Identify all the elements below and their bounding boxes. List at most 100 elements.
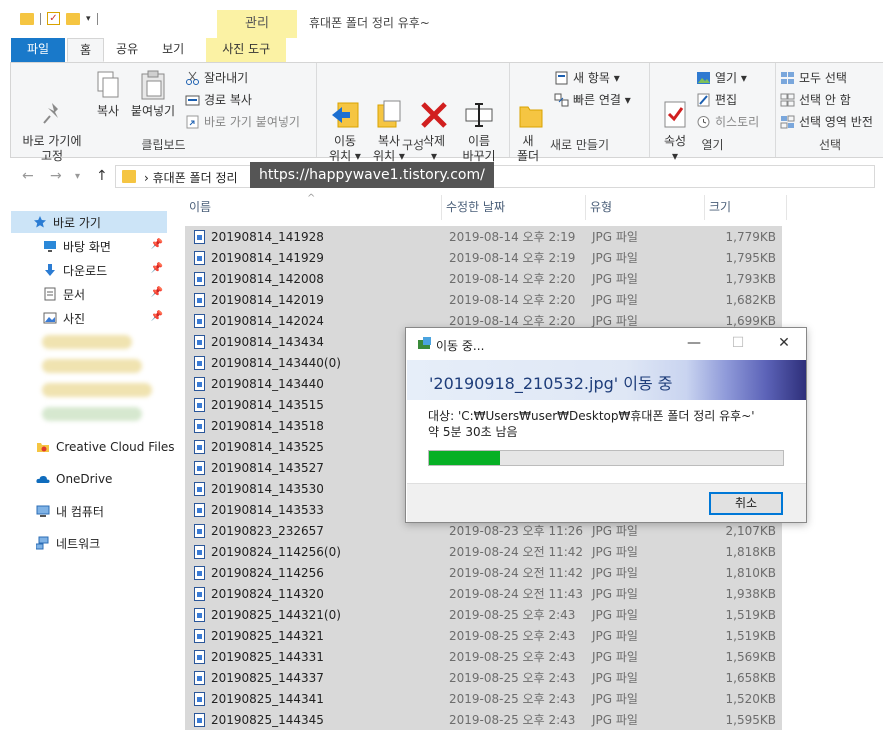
file-date: 2019-08-25 오후 2:43 [449,608,576,622]
file-row[interactable]: 20190814_142019 2019-08-14 오후 2:20 JPG 파일 1… [185,289,782,310]
tab-share[interactable]: 공유 [104,38,150,62]
jpg-file-icon [194,439,205,454]
column-date[interactable]: 수정한 날짜 [442,195,586,220]
file-row[interactable]: 20190824_114256(0) 2019-08-24 오전 11:42 JPG… [185,541,782,562]
nav-onedrive[interactable]: OneDrive [0,468,167,490]
file-row[interactable]: 20190825_144345 2019-08-25 오후 2:43 JPG 파일 1… [185,709,782,730]
column-header-row: ^ 이름 수정한 날짜 유형 크기 [185,193,787,220]
jpg-file-icon [194,313,205,328]
easy-access-button[interactable]: 빠른 연결 ▾ [554,91,631,108]
edit-label: 편집 [715,93,738,107]
file-row[interactable]: 20190825_144331 2019-08-25 오후 2:43 JPG 파일 1… [185,646,782,667]
back-arrow-icon[interactable]: ← [22,168,34,184]
nav-quick-access-label: 바로 가기 [53,215,101,230]
file-size: 1,569KB [725,649,776,664]
jpg-file-icon [194,292,205,307]
new-item-label: 새 항목 ▾ [573,71,620,85]
file-type: JPG 파일 [592,272,638,286]
up-arrow-icon[interactable]: ↑ [96,168,108,184]
jpg-file-icon [194,250,205,265]
file-size: 1,682KB [725,292,776,307]
jpg-file-icon [194,460,205,475]
file-row[interactable]: 20190824_114320 2019-08-24 오전 11:43 JPG 파일… [185,583,782,604]
file-row[interactable]: 20190824_114256 2019-08-24 오전 11:42 JPG 파일… [185,562,782,583]
customize-dropdown-icon[interactable]: ▾ [86,14,91,24]
move-to-icon [330,84,360,128]
file-row[interactable]: 20190823_232657 2019-08-23 오후 11:26 JPG 파일… [185,520,782,541]
jpg-file-icon [194,691,205,706]
select-all-button[interactable]: 모두 선택 [780,69,847,86]
column-type[interactable]: 유형 [586,195,705,220]
network-icon [35,536,50,550]
nav-downloads[interactable]: 다운로드 📌 [0,259,167,281]
progress-fill [429,451,500,465]
paste-button[interactable]: 붙여넣기 [127,69,179,119]
file-type: JPG 파일 [592,671,638,685]
column-size[interactable]: 크기 [705,195,787,220]
recent-chevron-icon[interactable]: ▾ [75,171,80,182]
nav-this-pc[interactable]: 내 컴퓨터 [0,500,167,522]
file-row[interactable]: 20190825_144321 2019-08-25 오후 2:43 JPG 파일 1… [185,625,782,646]
invert-selection-button[interactable]: 선택 영역 반전 [780,113,873,130]
pin-icon: 📌 [150,287,163,298]
open-group: 속성 ▾ 열기 ▾ 편집 히스토리 열기 [650,63,776,163]
nav-creative-cloud[interactable]: Creative Cloud Files [0,436,175,458]
nav-desktop[interactable]: 바탕 화면 📌 [0,235,167,257]
clipboard-group-label: 클립보드 [141,138,186,152]
open-button[interactable]: 열기 ▾ [696,69,747,86]
address-bar[interactable]: › 휴대폰 폴더 정리 [115,165,875,188]
file-size: 1,779KB [725,229,776,244]
file-row[interactable]: 20190814_142008 2019-08-14 오후 2:20 JPG 파일 1… [185,268,782,289]
nav-network[interactable]: 네트워크 [0,532,167,554]
select-none-button[interactable]: 선택 안 함 [780,91,851,108]
jpg-file-icon [194,544,205,559]
tab-home[interactable]: 홈 [67,38,105,62]
file-row[interactable]: 20190814_141928 2019-08-14 오후 2:19 JPG 파일 1… [185,226,782,247]
nav-pictures[interactable]: 사진 📌 [0,307,167,329]
rename-icon [464,84,494,127]
close-icon[interactable]: ✕ [774,335,794,351]
new-item-button[interactable]: 새 항목 ▾ [554,69,620,86]
nav-documents-label: 문서 [63,287,86,302]
window-title: 휴대폰 폴더 정리 유후~ [309,16,430,30]
column-name[interactable]: 이름 [185,195,442,220]
file-row[interactable]: 20190825_144341 2019-08-25 오후 2:43 JPG 파일 1… [185,688,782,709]
contextual-tab-header: 관리 [217,10,297,38]
easy-access-label: 빠른 연결 ▾ [573,93,631,107]
paste-icon [138,69,168,101]
properties-check-icon[interactable]: ✓ [47,12,60,25]
copy-path-button[interactable]: 경로 복사 [185,91,252,108]
nav-network-label: 네트워크 [56,536,101,551]
file-row[interactable]: 20190825_144337 2019-08-25 오후 2:43 JPG 파일 1… [185,667,782,688]
file-name: 20190825_144345 [211,712,324,727]
edit-button[interactable]: 편집 [696,91,737,108]
destination-text: 대상: 'C:₩Users₩user₩Desktop₩휴대폰 폴더 정리 유후~… [428,409,755,423]
pin-icon: 📌 [150,239,163,250]
file-row[interactable]: 20190825_144321(0) 2019-08-25 오후 2:43 JPG … [185,604,782,625]
cancel-button[interactable]: 취소 [709,492,783,515]
file-name: 20190823_232657 [211,523,324,538]
nav-quick-access[interactable]: 바로 가기 [11,211,167,233]
file-row[interactable]: 20190814_141929 2019-08-14 오후 2:19 JPG 파일 1… [185,247,782,268]
forward-arrow-icon[interactable]: → [50,168,62,184]
tab-picture-tools[interactable]: 사진 도구 [206,38,287,62]
paste-shortcut-button[interactable]: 바로 가기 붙여넣기 [185,113,300,130]
file-name: 20190825_144341 [211,691,324,706]
jpg-file-icon [194,565,205,580]
nav-documents[interactable]: 문서 📌 [0,283,167,305]
download-icon [43,263,57,277]
minimize-icon[interactable]: — [684,335,704,351]
cut-button[interactable]: 잘라내기 [185,69,248,86]
tab-file[interactable]: 파일 [11,38,65,62]
history-button[interactable]: 히스토리 [696,113,759,130]
history-label: 히스토리 [715,115,760,129]
nav-creative-cloud-label: Creative Cloud Files [56,440,175,454]
tab-view[interactable]: 보기 [150,38,196,62]
ribbon-tabs: 파일 홈 공유 보기 사진 도구 [0,38,883,62]
new-group: 새 폴더 새 항목 ▾ 빠른 연결 ▾ 새로 만들기 [510,63,650,163]
file-type: JPG 파일 [592,713,638,727]
jpg-file-icon [194,670,205,685]
new-folder-icon[interactable] [66,12,80,25]
separator [40,12,41,25]
copy-button[interactable]: 복사 [91,69,125,119]
